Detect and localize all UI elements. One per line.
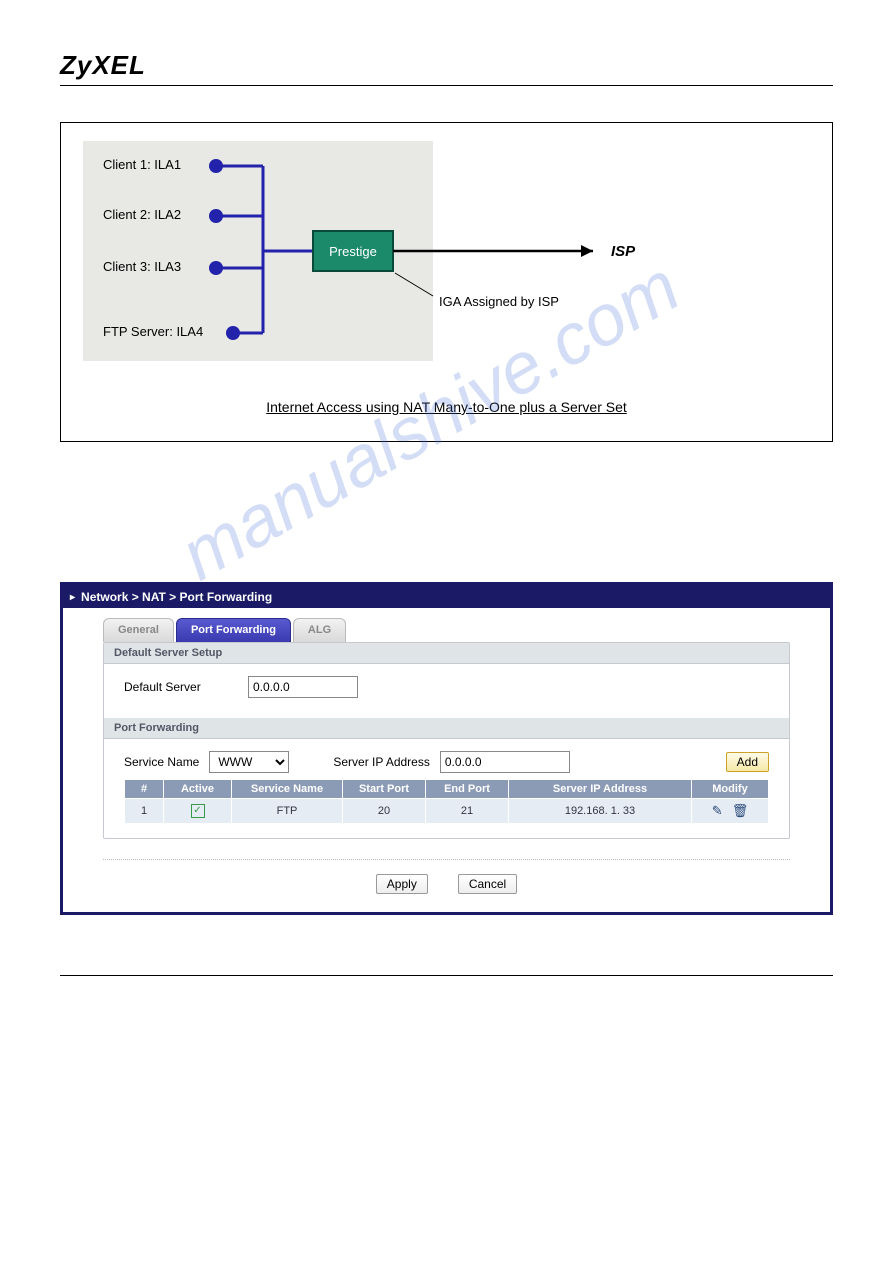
tab-bar: General Port Forwarding ALG: [63, 608, 830, 642]
col-service: Service Name: [232, 780, 343, 799]
row-start: 20: [343, 799, 426, 824]
row-service: FTP: [232, 799, 343, 824]
ftp-server-label: FTP Server: ILA4: [103, 324, 203, 339]
edit-icon[interactable]: ✎: [712, 803, 723, 818]
add-button[interactable]: Add: [726, 752, 769, 772]
header-divider: [60, 85, 833, 86]
service-name-select[interactable]: WWW: [209, 751, 289, 773]
service-name-label: Service Name: [124, 755, 199, 769]
nat-diagram-svg: Client 1: ILA1 Client 2: ILA2 Client 3: …: [83, 141, 683, 371]
port-forwarding-table: # Active Service Name Start Port End Por…: [124, 779, 769, 824]
default-server-input[interactable]: [248, 676, 358, 698]
iga-label: IGA Assigned by ISP: [439, 294, 559, 309]
footer-divider: [60, 975, 833, 976]
client1-label: Client 1: ILA1: [103, 157, 181, 172]
col-num: #: [125, 780, 164, 799]
port-forwarding-panel: Network > NAT > Port Forwarding General …: [60, 582, 833, 915]
row-num: 1: [125, 799, 164, 824]
row-end: 21: [426, 799, 509, 824]
tab-general[interactable]: General: [103, 618, 174, 642]
port-forwarding-section-header: Port Forwarding: [104, 718, 789, 739]
tab-alg[interactable]: ALG: [293, 618, 346, 642]
client2-label: Client 2: ILA2: [103, 207, 181, 222]
default-server-section-header: Default Server Setup: [104, 643, 789, 664]
table-row: 1 ✓ FTP 20 21 192.168. 1. 33 ✎ 🗑: [125, 799, 769, 824]
apply-button[interactable]: Apply: [376, 874, 428, 894]
nat-diagram-figure: Client 1: ILA1 Client 2: ILA2 Client 3: …: [60, 122, 833, 442]
breadcrumb: Network > NAT > Port Forwarding: [60, 586, 833, 608]
row-active: ✓: [164, 799, 232, 824]
checkbox-icon[interactable]: ✓: [191, 804, 205, 818]
col-modify: Modify: [692, 780, 769, 799]
form-actions: Apply Cancel: [103, 859, 790, 912]
row-ip: 192.168. 1. 33: [509, 799, 692, 824]
row-modify: ✎ 🗑: [692, 799, 769, 824]
router-label: Prestige: [329, 244, 377, 259]
col-end: End Port: [426, 780, 509, 799]
diagram-caption: Internet Access using NAT Many-to-One pl…: [83, 399, 810, 415]
tab-port-forwarding[interactable]: Port Forwarding: [176, 618, 291, 642]
default-server-label: Default Server: [124, 680, 234, 694]
delete-icon[interactable]: 🗑: [732, 803, 749, 818]
server-ip-input[interactable]: [440, 751, 570, 773]
client3-label: Client 3: ILA3: [103, 259, 181, 274]
col-start: Start Port: [343, 780, 426, 799]
cancel-button[interactable]: Cancel: [458, 874, 517, 894]
brand-logo: ZyXEL: [60, 50, 833, 81]
col-active: Active: [164, 780, 232, 799]
server-ip-label: Server IP Address: [333, 755, 430, 769]
col-ip: Server IP Address: [509, 780, 692, 799]
isp-label: ISP: [611, 243, 636, 260]
